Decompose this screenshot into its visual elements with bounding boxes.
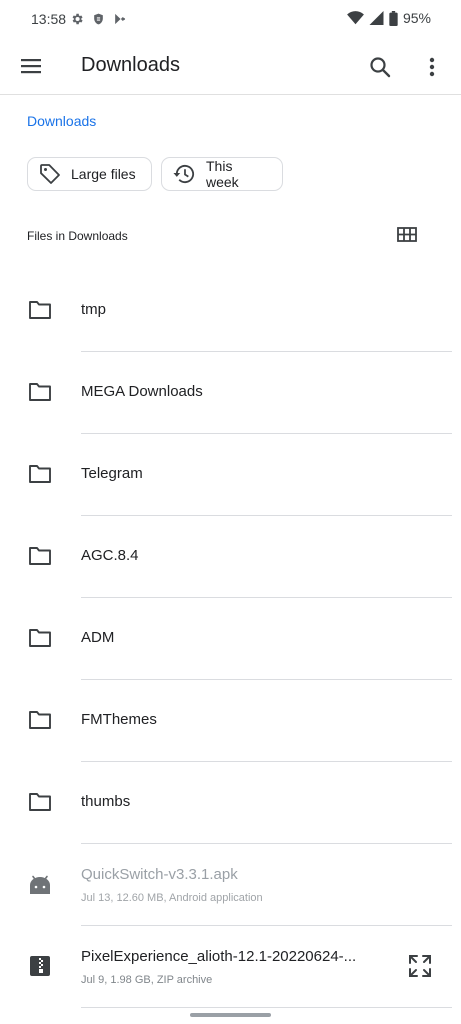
folder-name: tmp bbox=[81, 301, 107, 318]
status-bar: 13:58 95% bbox=[0, 0, 461, 38]
folder-icon bbox=[28, 791, 52, 813]
folder-icon bbox=[28, 709, 52, 731]
folder-row-fmthemes[interactable]: FMThemes bbox=[0, 680, 461, 762]
folder-row-mega-downloads[interactable]: MEGA Downloads bbox=[0, 352, 461, 434]
menu-button[interactable] bbox=[16, 53, 46, 79]
signal-icon bbox=[369, 11, 384, 25]
section-label: Files in Downloads bbox=[27, 229, 128, 243]
breadcrumb[interactable]: Downloads bbox=[27, 113, 96, 129]
folder-row-agc[interactable]: AGC.8.4 bbox=[0, 516, 461, 598]
search-button[interactable] bbox=[366, 53, 394, 81]
folder-row-adm[interactable]: ADM bbox=[0, 598, 461, 680]
page-title: Downloads bbox=[81, 54, 180, 76]
zip-icon bbox=[28, 955, 52, 977]
grid-view-icon bbox=[396, 225, 418, 245]
battery-percent: 95% bbox=[402, 10, 431, 26]
history-icon bbox=[172, 162, 197, 186]
status-notification-icons bbox=[70, 12, 126, 26]
chip-this-week-label: This week bbox=[206, 158, 239, 190]
file-name: QuickSwitch-v3.3.1.apk bbox=[81, 866, 238, 883]
folder-name: MEGA Downloads bbox=[81, 383, 203, 400]
shield-icon bbox=[92, 12, 105, 26]
battery-icon bbox=[389, 10, 398, 26]
folder-name: FMThemes bbox=[81, 711, 157, 728]
folder-row-thumbs[interactable]: thumbs bbox=[0, 762, 461, 844]
play-store-icon bbox=[113, 12, 126, 26]
wifi-icon bbox=[347, 11, 364, 25]
file-meta: Jul 9, 1.98 GB, ZIP archive bbox=[81, 974, 213, 986]
chip-large-files-label: Large files bbox=[71, 166, 136, 182]
status-system-icons: 95% bbox=[347, 10, 431, 26]
folder-icon bbox=[28, 299, 52, 321]
status-time: 13:58 bbox=[31, 11, 67, 27]
file-meta: Jul 13, 12.60 MB, Android application bbox=[81, 892, 263, 904]
folder-row-telegram[interactable]: Telegram bbox=[0, 434, 461, 516]
chip-large-files[interactable]: Large files bbox=[27, 157, 152, 191]
settings-icon bbox=[70, 12, 84, 26]
gesture-navigation-bar[interactable] bbox=[190, 1013, 271, 1017]
app-bar: Downloads bbox=[0, 38, 461, 95]
tag-icon bbox=[38, 162, 62, 186]
folder-name: AGC.8.4 bbox=[81, 547, 139, 564]
grid-view-button[interactable] bbox=[396, 225, 418, 245]
row-divider bbox=[81, 1007, 452, 1008]
expand-icon bbox=[406, 952, 434, 980]
folder-icon bbox=[28, 627, 52, 649]
more-options-button[interactable] bbox=[420, 53, 444, 81]
folder-row-tmp[interactable]: tmp bbox=[0, 270, 461, 352]
folder-icon bbox=[28, 381, 52, 403]
menu-icon bbox=[16, 53, 46, 79]
folder-name: thumbs bbox=[81, 793, 131, 810]
file-row-quickswitch[interactable]: QuickSwitch-v3.3.1.apk Jul 13, 12.60 MB,… bbox=[0, 844, 461, 926]
search-icon bbox=[366, 53, 394, 81]
expand-archive-button[interactable] bbox=[406, 952, 434, 980]
file-row-pixelexperience[interactable]: PixelExperience_alioth-12.1-20220624-...… bbox=[0, 926, 461, 1008]
folder-icon bbox=[28, 545, 52, 567]
file-name: PixelExperience_alioth-12.1-20220624-... bbox=[81, 948, 357, 965]
chip-this-week[interactable]: This week bbox=[161, 157, 283, 191]
folder-name: ADM bbox=[81, 629, 115, 646]
folder-name: Telegram bbox=[81, 465, 143, 482]
more-vert-icon bbox=[420, 53, 444, 81]
android-icon bbox=[28, 874, 52, 896]
file-list: tmp MEGA Downloads Telegram AGC.8.4 ADM bbox=[0, 270, 461, 1008]
folder-icon bbox=[28, 463, 52, 485]
